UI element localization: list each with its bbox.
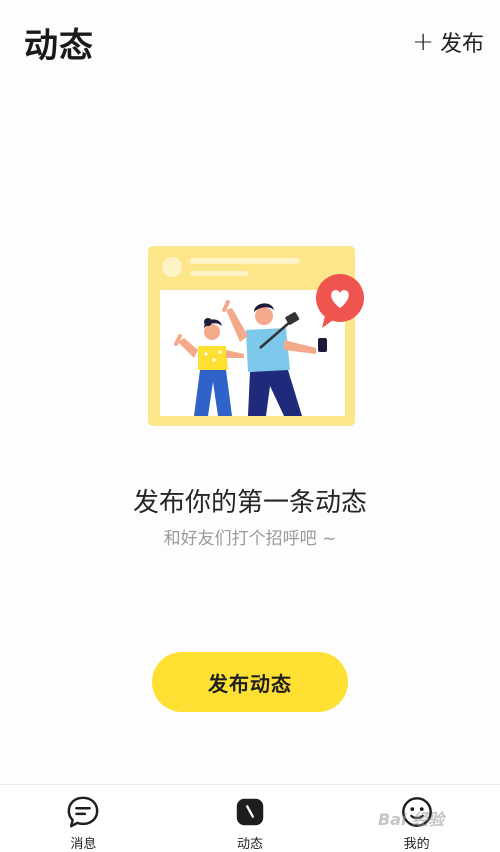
publish-label: 发布 [439, 32, 484, 57]
illustration-avatar-dot [162, 257, 182, 277]
tab-label: 消息 [70, 837, 97, 852]
tab-label: 我的 [403, 837, 430, 852]
illustration-line [190, 258, 300, 264]
illustration-line [190, 271, 248, 276]
page-title: 动态 [24, 26, 94, 66]
tab-moments[interactable]: 动态 [167, 785, 334, 852]
empty-state-subtitle: 和好友们打个招呼吧 ~ [163, 529, 337, 549]
moments-icon [236, 798, 264, 826]
header: 动态 + 发布 [0, 0, 500, 80]
plus-icon: + [412, 27, 434, 57]
selfie-couple-illustration [148, 246, 364, 426]
publish-moment-button[interactable]: 发布动态 [152, 652, 348, 712]
chat-bubble-icon [67, 796, 99, 828]
publish-button[interactable]: + 发布 [412, 26, 484, 58]
tab-label: 动态 [237, 837, 264, 852]
tab-messages[interactable]: 消息 [0, 785, 167, 852]
watermark: Bai 经验 [378, 810, 445, 829]
empty-state-title: 发布你的第一条动态 [132, 488, 367, 518]
